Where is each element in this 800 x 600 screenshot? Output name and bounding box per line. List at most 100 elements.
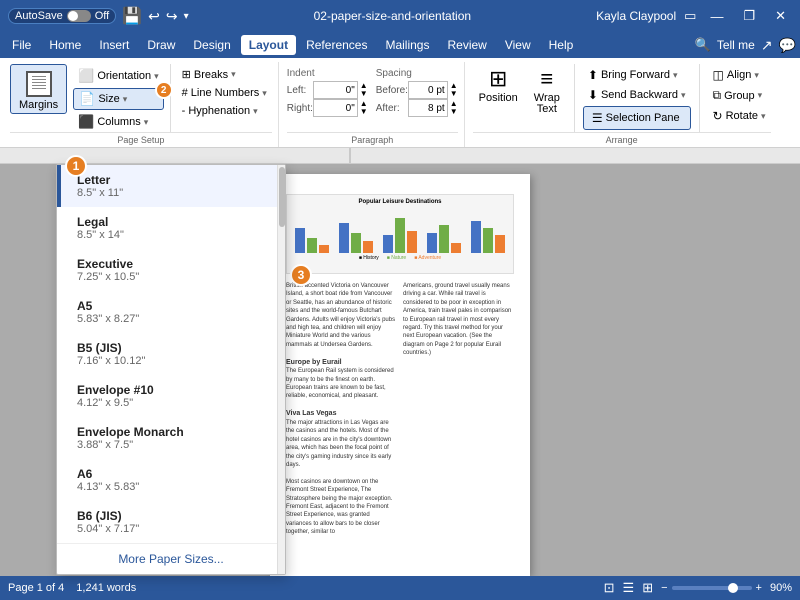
align-icon: ◫ [713, 68, 724, 82]
paper-size-legal[interactable]: Legal 8.5" x 14" [57, 207, 285, 249]
more-paper-sizes-button[interactable]: More Paper Sizes... [57, 543, 285, 574]
arrange-fwd-back: ⬆ Bring Forward ▾ ⬇ Send Backward ▾ ☰ Se… [583, 66, 691, 130]
columns-button[interactable]: ⬛ Columns ▾ [73, 112, 164, 132]
indent-left-down[interactable]: ▼ [360, 90, 368, 98]
paper-size-executive[interactable]: Executive 7.25" x 10.5" [57, 249, 285, 291]
indent-left-input[interactable] [313, 81, 358, 99]
menu-design[interactable]: Design [185, 35, 238, 55]
line-numbers-button[interactable]: # Line Numbers ▾ [177, 85, 272, 101]
paper-size-letter[interactable]: Letter 8.5" x 11" [57, 165, 285, 207]
indent-right-down[interactable]: ▼ [360, 108, 368, 116]
ribbon-collapse-icon[interactable]: ▭ [684, 8, 696, 24]
zoom-slider[interactable] [672, 586, 752, 590]
doc-heading2: Viva Las Vegas [286, 409, 397, 419]
menu-layout[interactable]: Layout [241, 35, 296, 55]
zoom-minus[interactable]: − [661, 582, 667, 594]
username: Kayla Claypool [596, 9, 676, 23]
wrap-text-button[interactable]: ≡ Wrap Text [528, 64, 566, 119]
comments-icon[interactable]: 💬 [779, 37, 796, 54]
menu-help[interactable]: Help [541, 35, 582, 55]
spacing-after-down[interactable]: ▼ [450, 108, 458, 116]
menu-insert[interactable]: Insert [91, 35, 137, 55]
bar-11 [439, 225, 449, 253]
paper-size-a5[interactable]: A5 5.83" x 8.27" [57, 291, 285, 333]
document-chart: Popular Leisure Destinations [286, 194, 514, 274]
breaks-arrow: ▾ [231, 69, 236, 80]
redo-icon[interactable]: ↪ [166, 8, 178, 25]
spacing-after-label: After: [376, 103, 406, 114]
status-right: ⊡ ☰ ⊞ − + 90% [604, 580, 792, 596]
size-icon: 📄 [79, 91, 95, 107]
paper-size-b6jis[interactable]: B6 (JIS) 5.04" x 7.17" [57, 501, 285, 543]
paper-size-env10[interactable]: Envelope #10 4.12" x 9.5" [57, 375, 285, 417]
selection-pane-button[interactable]: ☰ Selection Pane [583, 106, 691, 130]
menu-references[interactable]: References [298, 35, 375, 55]
hyphenation-icon: - [182, 105, 186, 117]
rotate-button[interactable]: ↻ Rotate ▾ [708, 107, 771, 125]
status-bar: Page 1 of 4 1,241 words ⊡ ☰ ⊞ − + 90% [0, 576, 800, 600]
zoom-plus[interactable]: + [756, 582, 762, 594]
sep1 [170, 64, 171, 132]
size-arrow: ▾ [123, 94, 128, 105]
send-backward-button[interactable]: ⬇ Send Backward ▾ [583, 86, 691, 104]
view-print-icon[interactable]: ⊡ [604, 580, 615, 596]
wrap-text-label2: Text [537, 103, 557, 115]
share-icon[interactable]: ↗ [761, 37, 773, 54]
spacing-after-input[interactable] [408, 99, 448, 117]
hyphenation-button[interactable]: - Hyphenation ▾ [177, 103, 272, 119]
bar-14 [483, 228, 493, 253]
doc-col-right: Americans, ground travel usually means d… [403, 282, 514, 537]
view-web-icon[interactable]: ⊞ [642, 580, 653, 596]
size-button[interactable]: 📄 Size ▾ 2 [73, 88, 164, 110]
align-button[interactable]: ◫ Align ▾ [708, 66, 771, 84]
indent-left-label: Left: [287, 85, 311, 96]
spacing-before-input[interactable] [408, 81, 448, 99]
tell-me-text[interactable]: Tell me [717, 38, 755, 52]
menu-home[interactable]: Home [41, 35, 89, 55]
minimize-button[interactable]: — [704, 7, 729, 26]
group-button[interactable]: ⧉ Group ▾ [708, 86, 771, 105]
document-page[interactable]: Popular Leisure Destinations [270, 174, 530, 576]
margins-button[interactable]: Margins [10, 64, 67, 114]
position-icon: ⊞ [489, 68, 507, 90]
orientation-arrow: ▾ [154, 71, 159, 82]
restore-button[interactable]: ❐ [737, 6, 761, 26]
zoom-bar: − + [661, 582, 762, 594]
paper-size-envmonarch[interactable]: Envelope Monarch 3.88" x 7.5" [57, 417, 285, 459]
menu-view[interactable]: View [497, 35, 539, 55]
breaks-button[interactable]: ⊞ Breaks ▾ [177, 66, 272, 83]
menu-draw[interactable]: Draw [139, 35, 183, 55]
autosave-toggle-switch[interactable] [67, 10, 91, 22]
bring-forward-button[interactable]: ⬆ Bring Forward ▾ [583, 66, 691, 84]
page-setup-label: Page Setup [10, 132, 272, 147]
menu-bar: File Home Insert Draw Design Layout Refe… [0, 32, 800, 58]
close-button[interactable]: ✕ [769, 6, 792, 26]
save-icon[interactable]: 💾 [122, 6, 142, 26]
paper-size-a6[interactable]: A6 4.13" x 5.83" [57, 459, 285, 501]
menu-right: 🔍 Tell me ↗ 💬 [695, 37, 796, 54]
badge-3: 3 [290, 264, 312, 286]
menu-file[interactable]: File [4, 35, 39, 55]
send-backward-icon: ⬇ [588, 88, 598, 102]
dropdown-scrollbar[interactable] [277, 165, 285, 574]
view-read-icon[interactable]: ☰ [623, 580, 635, 596]
indent-right-input[interactable] [313, 99, 358, 117]
undo-icon[interactable]: ↩ [148, 8, 160, 25]
position-label: Position [479, 92, 518, 104]
zoom-level[interactable]: 90% [770, 582, 792, 594]
ribbon-groups: Margins ⬜ Orientation ▾ 📄 Size ▾ 2 [4, 62, 796, 147]
menu-mailings[interactable]: Mailings [377, 35, 437, 55]
ribbon-group-paragraph: Indent Left: ▲ ▼ Right: [281, 62, 465, 147]
position-button[interactable]: ⊞ Position [473, 64, 524, 108]
autosave-toggle[interactable]: AutoSave Off [8, 8, 116, 24]
indent-left-row: Left: ▲ ▼ [287, 81, 368, 99]
paper-size-b5jis[interactable]: B5 (JIS) 7.16" x 10.12" [57, 333, 285, 375]
bar-10 [427, 233, 437, 253]
spacing-after-spinners: ▲ ▼ [450, 100, 458, 116]
orientation-button[interactable]: ⬜ Orientation ▾ [73, 66, 164, 86]
menu-review[interactable]: Review [439, 35, 494, 55]
scrollbar-thumb[interactable] [279, 167, 285, 227]
spacing-before-down[interactable]: ▼ [450, 90, 458, 98]
dropdown-scroll[interactable]: Letter 8.5" x 11" Legal 8.5" x 14" Execu… [57, 165, 285, 574]
paper-size-a6-dims: 4.13" x 5.83" [77, 481, 269, 493]
